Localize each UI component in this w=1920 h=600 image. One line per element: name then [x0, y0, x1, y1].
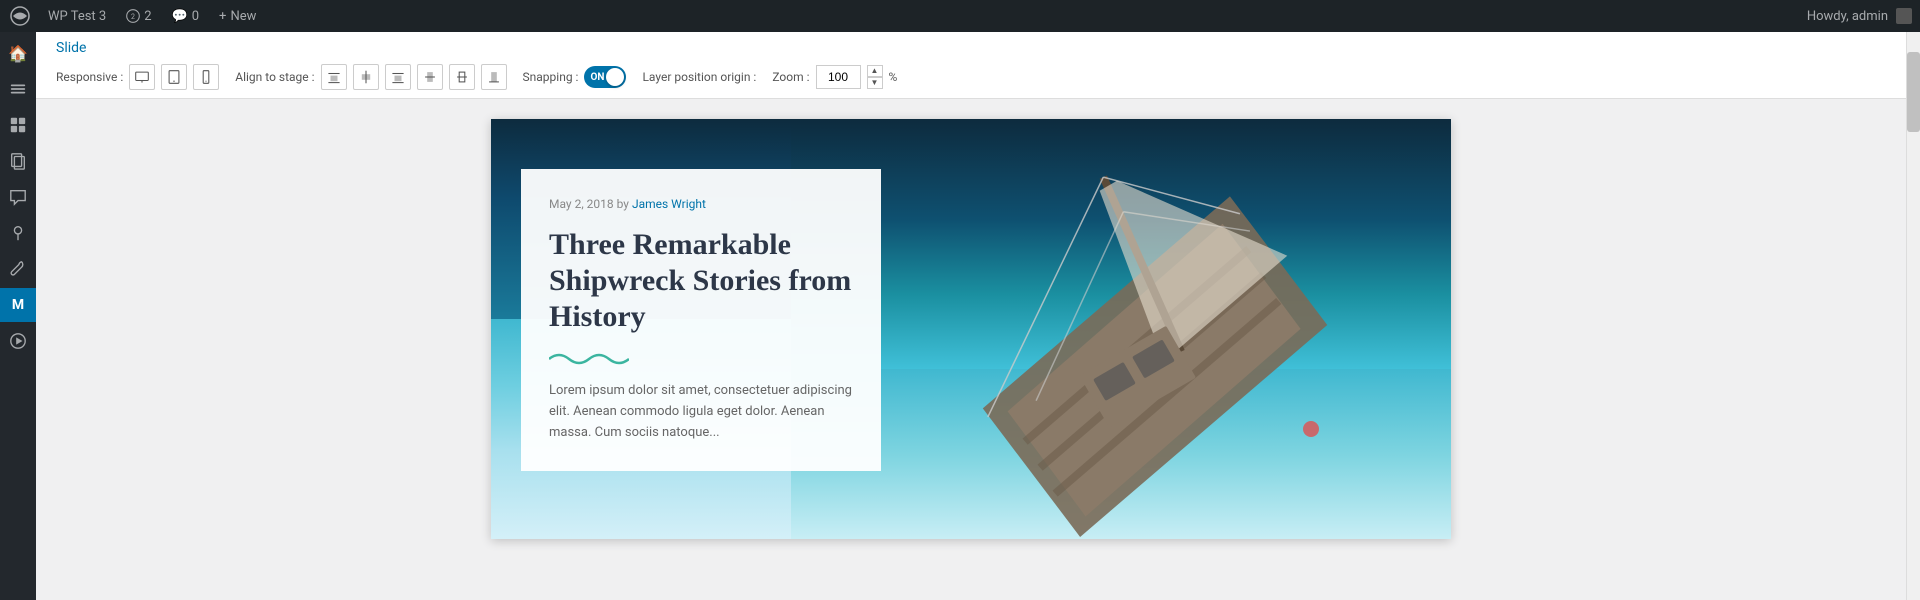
align-left-btn[interactable] — [321, 64, 347, 90]
post-author[interactable]: James Wright — [632, 197, 706, 211]
sidebar-grid-icon[interactable] — [0, 108, 36, 142]
post-excerpt: Lorem ipsum dolor sit amet, consectetuer… — [549, 381, 853, 443]
zoom-group: Zoom : ▲ ▼ % — [772, 65, 897, 89]
sidebar-home-icon[interactable]: 🏠 — [0, 36, 36, 70]
snapping-label: Snapping : — [523, 70, 579, 84]
post-divider — [549, 349, 853, 369]
sidebar-plugin-icon[interactable]: M — [0, 288, 36, 322]
align-bottom-btn[interactable] — [481, 64, 507, 90]
sidebar-layers-icon[interactable] — [0, 72, 36, 106]
toggle-on-label: ON — [590, 72, 604, 83]
snapping-toggle[interactable]: ON — [584, 66, 626, 88]
snapping-group: Snapping : ON — [523, 66, 627, 88]
mobile-btn[interactable] — [193, 64, 219, 90]
sidebar: 🏠 M — [0, 32, 36, 600]
comments-item[interactable]: 💬 0 — [168, 9, 204, 24]
toggle-thumb — [606, 68, 624, 86]
post-meta: May 2, 2018 by James Wright — [549, 197, 853, 211]
svg-text:2: 2 — [131, 13, 135, 21]
site-name[interactable]: WP Test 3 — [44, 9, 110, 24]
post-date: May 2, 2018 — [549, 197, 614, 211]
zoom-label: Zoom : — [772, 70, 809, 84]
align-stage-group: Align to stage : — [235, 64, 506, 90]
layer-position-label: Layer position origin : — [642, 70, 756, 84]
sidebar-media-icon[interactable] — [0, 324, 36, 358]
zoom-unit: % — [889, 70, 898, 84]
sidebar-comments-icon[interactable] — [0, 180, 36, 214]
sidebar-pages-icon[interactable] — [0, 144, 36, 178]
align-middle-btn[interactable] — [449, 64, 475, 90]
tablet-btn[interactable] — [161, 64, 187, 90]
wp-logo[interactable] — [8, 4, 32, 28]
slide-content-box: May 2, 2018 by James Wright Three Remark… — [521, 169, 881, 471]
howdy-text: Howdy, admin — [1807, 9, 1888, 24]
zoom-up-arrow[interactable]: ▲ — [867, 65, 883, 77]
content-area: Slide Responsive : A — [36, 32, 1906, 600]
slide-canvas: May 2, 2018 by James Wright Three Remark… — [491, 119, 1451, 539]
zoom-down-arrow[interactable]: ▼ — [867, 77, 883, 89]
canvas-area: May 2, 2018 by James Wright Three Remark… — [36, 99, 1906, 600]
boat-image — [791, 119, 1451, 539]
responsive-group: Responsive : — [56, 64, 219, 90]
adminbar-right: Howdy, admin — [1807, 8, 1912, 24]
updates-item[interactable]: 2 2 — [122, 9, 155, 24]
scrollbar-thumb[interactable] — [1907, 52, 1920, 132]
sidebar-wrench-icon[interactable] — [0, 252, 36, 286]
editor-header: Slide Responsive : A — [36, 32, 1906, 99]
align-top-btn[interactable] — [417, 64, 443, 90]
slide-label[interactable]: Slide — [56, 40, 1886, 56]
post-by: by — [617, 197, 632, 211]
sidebar-pin-icon[interactable] — [0, 216, 36, 250]
right-scrollbar — [1906, 32, 1920, 600]
align-center-h-btn[interactable] — [353, 64, 379, 90]
main-layout: 🏠 M Slide Re — [0, 32, 1920, 600]
zoom-arrows: ▲ ▼ — [867, 65, 883, 89]
new-item[interactable]: + New — [215, 9, 260, 24]
desktop-btn[interactable] — [129, 64, 155, 90]
align-right-btn[interactable] — [385, 64, 411, 90]
responsive-label: Responsive : — [56, 70, 123, 84]
admin-avatar — [1896, 8, 1912, 24]
zoom-input[interactable] — [816, 65, 861, 89]
layer-position-group: Layer position origin : — [642, 70, 756, 84]
toolbar: Responsive : Align to stage : — [56, 64, 1886, 98]
align-stage-label: Align to stage : — [235, 70, 314, 84]
post-title: Three Remarkable Shipwreck Stories from … — [549, 227, 853, 335]
admin-bar: WP Test 3 2 2 💬 0 + New Howdy, admin — [0, 0, 1920, 32]
